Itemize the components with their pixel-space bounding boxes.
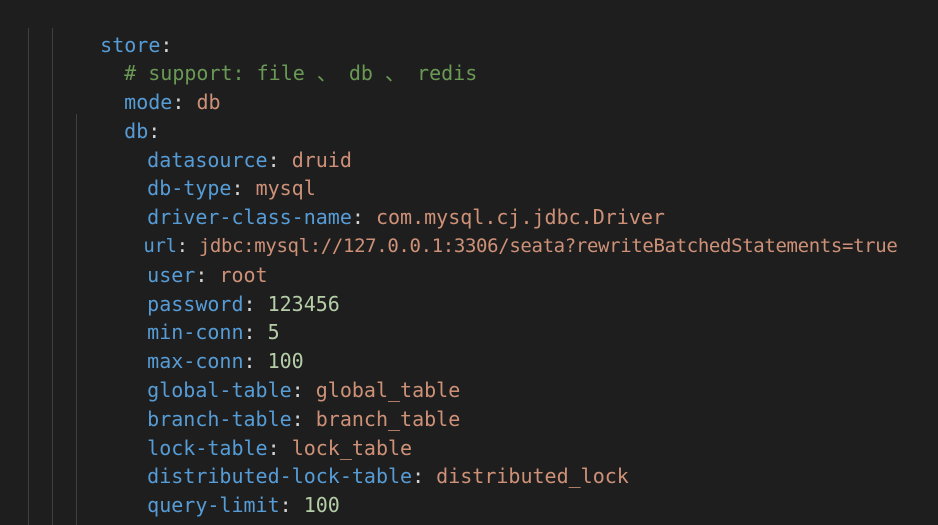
code-line[interactable]: driver-class-name: com.mysql.cj.jdbc.Dri…: [99, 175, 665, 229]
code-line[interactable]: store:: [52, 3, 172, 57]
yaml-separator: :: [412, 464, 437, 488]
code-line[interactable]: min-conn: 5: [99, 290, 279, 344]
code-line[interactable]: db-type: mysql: [99, 146, 316, 200]
code-line[interactable]: db:: [76, 89, 160, 143]
code-editor[interactable]: store: # support: file 、 db 、 redis mode…: [0, 0, 938, 525]
code-line[interactable]: password: 123456: [99, 262, 340, 316]
code-line[interactable]: distributed-lock-table: distributed_lock: [99, 434, 629, 488]
indent-guide-1: [28, 28, 29, 525]
code-line[interactable]: max-conn: 100: [99, 319, 304, 373]
code-line[interactable]: datasource: druid: [99, 118, 352, 172]
code-line[interactable]: user: root: [99, 233, 267, 287]
code-line[interactable]: url: jdbc:mysql://127.0.0.1:3306/seata?r…: [99, 204, 897, 257]
code-line[interactable]: query-limit: 100: [99, 463, 340, 517]
code-line[interactable]: max-wait: 5000: [99, 492, 316, 525]
code-line[interactable]: mode: db: [76, 60, 220, 114]
indent-guide-2: [52, 28, 53, 525]
yaml-value: jdbc:mysql://127.0.0.1:3306/seata?rewrit…: [198, 235, 898, 257]
code-line[interactable]: global-table: global_table: [99, 348, 460, 402]
indent-guide-3: [76, 114, 77, 525]
yaml-value: db: [196, 90, 221, 114]
yaml-separator: :: [172, 90, 197, 114]
yaml-value: distributed_lock: [436, 464, 629, 488]
code-line[interactable]: lock-table: lock_table: [99, 406, 412, 460]
code-line[interactable]: branch-table: branch_table: [99, 377, 460, 431]
code-line[interactable]: # support: file 、 db 、 redis: [76, 31, 477, 85]
